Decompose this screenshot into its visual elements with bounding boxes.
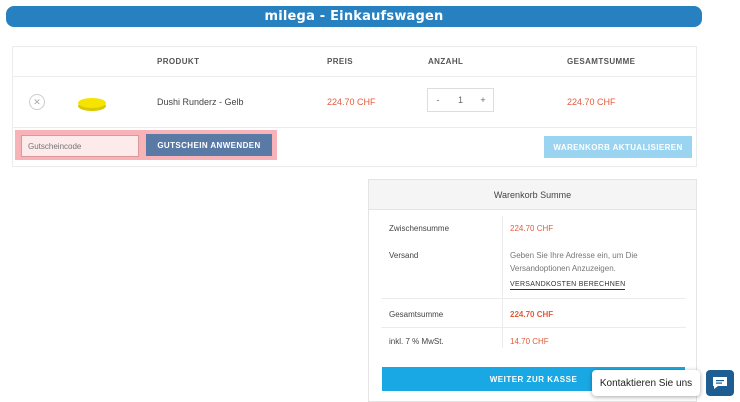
apply-coupon-button[interactable]: GUTSCHEIN ANWENDEN: [146, 134, 272, 156]
page-title: milega - Einkaufswagen: [264, 9, 444, 24]
contact-us-bubble[interactable]: Kontaktieren Sie uns: [592, 370, 700, 396]
subtotal-value: 224.70 CHF: [510, 224, 554, 233]
product-price: 224.70 CHF: [327, 97, 376, 107]
quantity-input[interactable]: 1: [448, 89, 473, 111]
update-cart-button[interactable]: WARENKORB AKTUALISIEREN: [544, 136, 692, 158]
remove-item-button[interactable]: ✕: [29, 94, 45, 110]
column-total: GESAMTSUMME: [567, 57, 636, 66]
tax-value: 14.70 CHF: [510, 337, 549, 346]
product-name-link[interactable]: Dushi Runderz - Gelb: [157, 97, 244, 107]
cart-row: ✕ Dushi Runderz - Gelb 224.70 CHF - 1 + …: [13, 78, 696, 128]
close-icon: ✕: [33, 96, 41, 107]
divider: [381, 327, 686, 328]
divider: [381, 298, 686, 299]
column-quantity: ANZAHL: [428, 57, 464, 66]
cart-totals: Warenkorb Summe Zwischensumme 224.70 CHF…: [368, 179, 697, 402]
cart-table: PRODUKT PREIS ANZAHL GESAMTSUMME ✕ Dushi…: [12, 46, 697, 167]
coupon-area: GUTSCHEIN ANWENDEN: [15, 130, 277, 160]
product-thumbnail[interactable]: [75, 96, 109, 112]
total-value: 224.70 CHF: [510, 310, 554, 319]
quantity-plus-button[interactable]: +: [473, 89, 493, 111]
tax-label: inkl. 7 % MwSt.: [389, 337, 444, 346]
cart-table-header: PRODUKT PREIS ANZAHL GESAMTSUMME: [13, 47, 696, 77]
page-title-bar: milega - Einkaufswagen: [6, 6, 702, 27]
coupon-code-input[interactable]: [21, 135, 139, 157]
calculate-shipping-link[interactable]: VERSANDKOSTEN BERECHNEN: [510, 281, 626, 290]
total-label: Gesamtsumme: [389, 310, 444, 319]
quantity-stepper[interactable]: - 1 +: [427, 88, 494, 112]
column-price: PREIS: [327, 57, 354, 66]
shipping-text: Geben Sie Ihre Adresse ein, um Die Versa…: [510, 251, 638, 273]
totals-divider: [502, 216, 503, 348]
cart-totals-heading: Warenkorb Summe: [369, 180, 696, 210]
product-subtotal: 224.70 CHF: [567, 97, 616, 107]
column-product: PRODUKT: [157, 57, 200, 66]
shipping-label: Versand: [389, 251, 419, 260]
quantity-minus-button[interactable]: -: [428, 89, 448, 111]
chat-button[interactable]: [706, 370, 734, 396]
subtotal-label: Zwischensumme: [389, 224, 450, 233]
chat-icon: [713, 377, 727, 389]
